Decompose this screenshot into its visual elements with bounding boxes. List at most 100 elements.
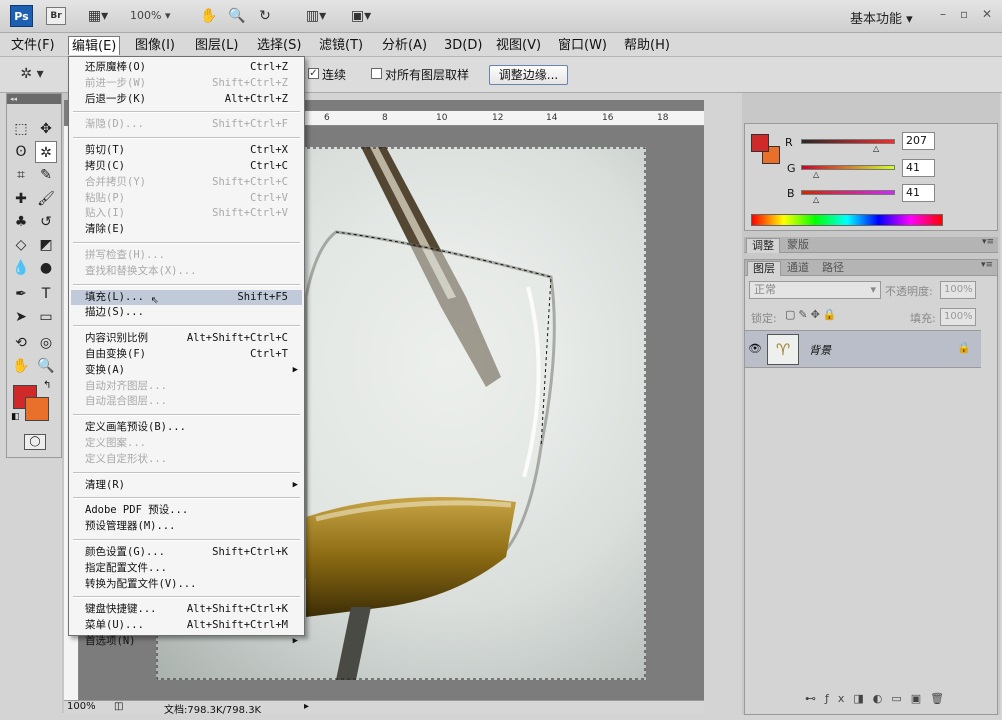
crop-tool-icon[interactable]: ⌗ [10,164,32,186]
edit-menu-item[interactable]: 预设管理器(M)... [71,519,302,534]
workspace-switcher[interactable]: 基本功能 ▾ [850,8,913,27]
restore-button[interactable]: ▫ [960,7,968,21]
menu-file[interactable]: 文件(F) [8,36,58,55]
magic-wand-preset-icon[interactable]: ✲ ▾ [12,64,52,84]
rotate-view-icon[interactable]: ↻ [254,6,276,26]
edit-menu-item[interactable]: 描边(S)... [71,305,302,320]
edit-menu-item[interactable]: 指定配置文件... [71,561,302,576]
edit-menu-item[interactable]: 菜单(U)... Alt+Shift+Ctrl+M [71,618,302,633]
edit-menu-item[interactable]: 颜色设置(G)... Shift+Ctrl+K [71,545,302,560]
menu-analysis[interactable]: 分析(A) [379,36,430,55]
path-selection-tool-icon[interactable]: ➤ [10,306,32,328]
edit-menu-item[interactable]: Adobe PDF 预设... [71,503,302,518]
color-spectrum-ramp[interactable] [751,214,943,226]
arrange-documents-icon[interactable]: ▥▾ [298,6,334,26]
gradient-tool-icon[interactable]: ◩ [35,234,57,256]
menu-filter[interactable]: 滤镜(T) [316,36,366,55]
eraser-tool-icon[interactable]: ◇ [10,234,32,256]
hand-tool-icon[interactable]: ✋ [10,355,32,377]
contiguous-checkbox[interactable]: ✓ [308,68,319,79]
fill-field[interactable]: 100% [940,308,976,326]
tab-masks[interactable]: 蒙版 [782,238,814,253]
toolbox-collapse-icon[interactable]: ◂◂ [7,94,61,104]
rectangle-tool-icon[interactable]: ▭ [35,306,57,328]
zoom-tool-icon[interactable]: 🔍 [35,355,57,377]
edit-menu-item[interactable]: 清理(R) ▶ [71,478,302,493]
move-tool-icon[interactable]: ✥ [35,118,57,140]
b-value-field[interactable]: 41 [902,184,935,202]
panel-menu-icon[interactable]: ▾≡ [982,237,994,247]
edit-menu-item[interactable]: 拷贝(C) Ctrl+C [71,159,302,174]
type-tool-icon[interactable]: T [35,283,57,305]
r-slider-handle-icon[interactable]: △ [873,144,879,153]
blend-mode-dropdown[interactable]: 正常 ▾ [749,281,881,299]
zoom-tool-icon[interactable]: 🔍 [226,6,248,26]
tab-paths[interactable]: 路径 [817,261,849,276]
view-extras-icon[interactable]: ▦▾ [80,6,116,26]
tab-adjustments[interactable]: 调整 [746,238,780,253]
edit-menu-item[interactable]: 变换(A) ▶ [71,363,302,378]
dodge-tool-icon[interactable]: ● [35,257,57,279]
g-value-field[interactable]: 41 [902,159,935,177]
edit-menu-item[interactable]: 剪切(T) Ctrl+X [71,143,302,158]
background-color-swatch[interactable] [25,397,49,421]
edit-menu-item[interactable]: 清除(E) [71,222,302,237]
clone-stamp-tool-icon[interactable]: ♣ [10,211,32,233]
menu-select[interactable]: 选择(S) [254,36,304,55]
default-colors-icon[interactable]: ◧ [11,412,20,422]
sample-all-layers-checkbox[interactable] [371,68,382,79]
3d-rotate-tool-icon[interactable]: ⟲ [10,332,32,354]
menu-layer[interactable]: 图层(L) [192,36,241,55]
tab-channels[interactable]: 通道 [782,261,814,276]
layer-name[interactable]: 背景 [809,342,831,358]
edit-menu-item[interactable]: 首选项(N) ▶ [71,634,302,649]
close-button[interactable]: ✕ [982,7,992,21]
layer-row-background[interactable]: 👁 ♈ 背景 🔒 [745,330,981,368]
healing-brush-tool-icon[interactable]: ✚ [10,188,32,210]
eyedropper-tool-icon[interactable]: ✎ [35,164,57,186]
layer-visibility-eye-icon[interactable]: 👁 [748,342,762,355]
hand-tool-icon[interactable]: ✋ [198,6,220,26]
refine-edge-button[interactable]: 调整边缘... [489,65,568,85]
edit-menu-item[interactable]: 后退一步(K) Alt+Ctrl+Z [71,92,302,107]
pen-tool-icon[interactable]: ✒ [10,283,32,305]
edit-menu-item[interactable]: 键盘快捷键... Alt+Shift+Ctrl+K [71,602,302,617]
g-slider-handle-icon[interactable]: △ [813,170,819,179]
tab-layers[interactable]: 图层 [747,261,781,276]
swap-colors-icon[interactable]: ↰ [43,380,51,391]
lock-options-icon[interactable]: ▢✎✥🔒 [785,308,840,321]
3d-orbit-tool-icon[interactable]: ◎ [35,332,57,354]
edit-menu-item[interactable]: 还原魔棒(O) Ctrl+Z [71,60,302,75]
edit-menu-item[interactable]: 定义画笔预设(B)... [71,420,302,435]
layers-panel-menu-icon[interactable]: ▾≡ [981,260,993,270]
color-panel-foreground-swatch[interactable] [751,134,769,152]
r-value-field[interactable]: 207 [902,132,935,150]
edit-menu-item[interactable]: 内容识别比例 Alt+Shift+Ctrl+C [71,331,302,346]
layers-footer-icons[interactable]: ⊷ƒx◨◐▭▣🗑 [805,692,953,705]
menu-edit[interactable]: 编辑(E) [68,36,121,55]
menu-image[interactable]: 图像(I) [132,36,178,55]
minimize-button[interactable]: – [940,7,946,21]
history-brush-tool-icon[interactable]: ↺ [35,211,57,233]
opacity-field[interactable]: 100% [940,281,976,299]
quick-mask-icon[interactable]: ◯ [24,434,46,450]
edit-menu-item[interactable]: 填充(L)... Shift+F5 ⇖ [71,289,302,307]
status-menu-arrow-icon[interactable]: ▸ [304,701,309,712]
magic-wand-tool-icon[interactable]: ✲ [35,141,57,163]
b-slider-handle-icon[interactable]: △ [813,195,819,204]
menu-help[interactable]: 帮助(H) [621,36,673,55]
edit-menu-item[interactable]: 自由变换(F) Ctrl+T [71,347,302,362]
menu-view[interactable]: 视图(V) [493,36,544,55]
screen-mode-icon[interactable]: ▣▾ [343,6,379,26]
edit-menu-item[interactable]: 转换为配置文件(V)... [71,577,302,592]
lasso-tool-icon[interactable]: ʘ [10,141,32,163]
menu-3d[interactable]: 3D(D) [441,36,485,55]
marquee-tool-icon[interactable]: ⬚ [10,118,32,140]
r-slider[interactable] [801,139,895,144]
brush-tool-icon[interactable]: 🖌 [35,188,57,210]
bridge-button[interactable]: Br [46,7,66,25]
status-zoom[interactable]: 100% [67,701,96,712]
status-info-icon[interactable]: ◫ [114,701,123,712]
blur-tool-icon[interactable]: 💧 [10,257,32,279]
zoom-level-dropdown[interactable]: 100% ▾ [130,9,170,22]
